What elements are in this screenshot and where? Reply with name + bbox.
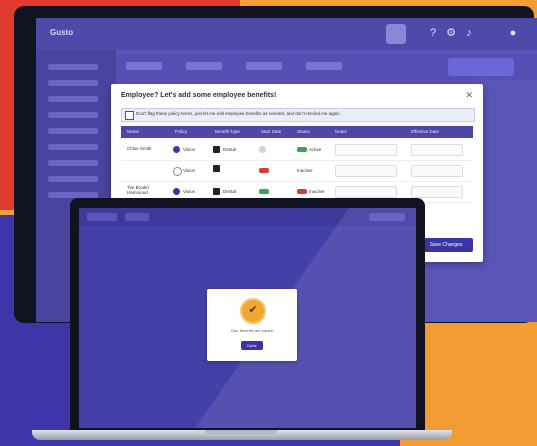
app-topbar: Gusto ? ⚙ ♪ ● [36, 18, 537, 50]
close-icon[interactable]: ✕ [465, 90, 473, 101]
checkbox-label: Don't flag these policy terms, just let … [136, 111, 341, 116]
table-header: Name Policy Benefit Type Start Date Stat… [121, 126, 473, 138]
column-header: Effective Date [411, 129, 439, 134]
column-header: Start Date [261, 129, 282, 134]
table-row: Chloe Smith Vision Dental Active [121, 140, 473, 161]
column-header: Benefit Type [215, 129, 240, 134]
benefit-icon [213, 188, 220, 195]
radio-icon[interactable] [173, 188, 180, 195]
policy-label: Vision [183, 168, 196, 173]
column-header: Notes [335, 129, 347, 134]
benefit-label: Dental [223, 147, 237, 152]
user-icon[interactable]: ● [506, 26, 520, 40]
notes-field[interactable] [335, 186, 397, 198]
sidebar-item[interactable] [48, 128, 98, 134]
column-header: Policy [175, 129, 188, 134]
tab-3[interactable] [246, 62, 282, 70]
dont-remind-checkbox-row[interactable]: Don't flag these policy terms, just let … [121, 108, 475, 122]
benefit-label: Dental [223, 189, 237, 194]
benefit-icon [213, 165, 220, 172]
sidebar-item[interactable] [48, 112, 98, 118]
checkbox[interactable] [125, 111, 134, 120]
confirmation-message: Your benefits are saved! [230, 328, 274, 333]
laptop-notch [205, 430, 277, 434]
tab-1[interactable] [126, 62, 162, 70]
confirmation-card: ✔ Your benefits are saved! Done [207, 289, 297, 361]
radio-icon[interactable] [173, 146, 180, 153]
done-button[interactable]: Done [241, 341, 263, 350]
check-badge-icon: ✔ [240, 298, 266, 324]
bell-icon[interactable]: ♪ [462, 26, 476, 40]
help-icon[interactable]: ? [426, 26, 440, 40]
modal-title: Employee? Let's add some employee benefi… [121, 92, 277, 99]
sidebar-item[interactable] [48, 96, 98, 102]
save-button[interactable]: Save Changes [419, 238, 473, 252]
sidebar-item[interactable] [48, 80, 98, 86]
table-row: Vision Inactive [121, 161, 473, 182]
status-label: Inactive [297, 168, 313, 173]
status-label: Inactive [309, 189, 325, 194]
notes-field[interactable] [335, 165, 397, 177]
gear-icon[interactable]: ⚙ [444, 26, 458, 40]
sidebar-item[interactable] [48, 176, 98, 182]
radio-icon[interactable] [173, 167, 182, 176]
laptop-screen: ✔ Your benefits are saved! Done [79, 208, 416, 428]
status-badge [297, 147, 307, 152]
flag-icon [259, 168, 269, 173]
laptop: ✔ Your benefits are saved! Done [70, 198, 425, 430]
status-badge [297, 189, 307, 194]
employee-name: Tim Broder Hammond [127, 185, 150, 195]
policy-label: Vision [183, 147, 196, 152]
notes-field[interactable] [335, 144, 397, 156]
primary-action-button[interactable] [448, 58, 514, 76]
tab-2[interactable] [186, 62, 222, 70]
column-header: Status [297, 129, 310, 134]
policy-label: Vision [183, 189, 196, 194]
benefit-icon [213, 146, 220, 153]
tab-4[interactable] [306, 62, 342, 70]
app-logo[interactable]: Gusto [50, 28, 73, 37]
date-icon [259, 146, 266, 153]
employee-name: Chloe Smith [127, 146, 152, 151]
apps-button[interactable] [386, 24, 406, 44]
effective-date-field[interactable] [411, 165, 463, 177]
sidebar-item[interactable] [48, 160, 98, 166]
sidebar-item[interactable] [48, 144, 98, 150]
column-header: Name [127, 129, 140, 134]
status-badge [259, 189, 269, 194]
effective-date-field[interactable] [411, 144, 463, 156]
page-subheader [116, 54, 537, 80]
sidebar-item[interactable] [48, 64, 98, 70]
effective-date-field[interactable] [411, 186, 463, 198]
status-label: Active [309, 147, 322, 152]
